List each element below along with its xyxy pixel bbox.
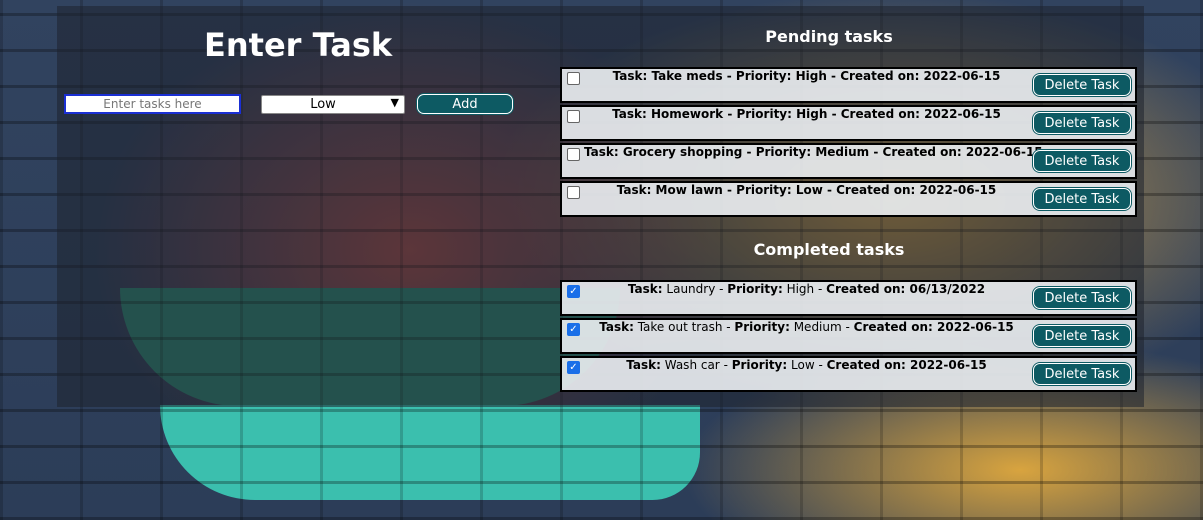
completed-task-row: ✓ Task: Laundry - Priority: High - Creat…: [560, 280, 1137, 316]
task-label: Task:: [626, 358, 661, 372]
priority-label: Priority:: [734, 320, 790, 334]
created-date: Created on: 2022-06-15: [826, 358, 987, 372]
task-text: Task: Take meds - Priority: High - Creat…: [612, 69, 1001, 83]
chevron-down-icon: ▼: [390, 96, 399, 109]
created-date: Created on: 2022-06-15: [853, 320, 1014, 334]
task-checkbox[interactable]: [567, 110, 580, 123]
page-title: Enter Task: [204, 26, 393, 64]
delete-task-button[interactable]: Delete Task: [1033, 112, 1131, 134]
delete-task-button[interactable]: Delete Task: [1033, 325, 1131, 347]
delete-task-button[interactable]: Delete Task: [1033, 363, 1131, 385]
task-name: Laundry: [666, 282, 716, 296]
task-text: Task: Wash car - Priority: Low - Created…: [626, 358, 987, 372]
pending-task-row: Task: Take meds - Priority: High - Creat…: [560, 67, 1137, 103]
delete-task-button[interactable]: Delete Task: [1033, 150, 1131, 172]
add-button[interactable]: Add: [417, 94, 513, 114]
task-label: Task:: [599, 320, 634, 334]
task-name: Take out trash: [637, 320, 723, 334]
task-priority: High: [786, 282, 815, 296]
delete-task-button[interactable]: Delete Task: [1033, 188, 1131, 210]
task-text: Task: Homework - Priority: High - Create…: [612, 107, 1001, 121]
priority-label: Priority:: [727, 282, 783, 296]
task-priority: Low: [791, 358, 815, 372]
task-checkbox-checked[interactable]: ✓: [567, 323, 580, 336]
task-checkbox-checked[interactable]: ✓: [567, 285, 580, 298]
priority-label: Priority:: [731, 358, 788, 372]
pending-tasks-heading: Pending tasks: [765, 27, 893, 46]
completed-task-row: ✓ Task: Wash car - Priority: Low - Creat…: [560, 356, 1137, 392]
created-date: Created on: 06/13/2022: [826, 282, 986, 296]
task-checkbox[interactable]: [567, 148, 580, 161]
task-name: Wash car: [664, 358, 720, 372]
pending-task-row: Task: Homework - Priority: High - Create…: [560, 105, 1137, 141]
delete-task-button[interactable]: Delete Task: [1033, 287, 1131, 309]
task-input[interactable]: [64, 94, 241, 114]
completed-tasks-heading: Completed tasks: [753, 240, 905, 259]
task-text: Task: Take out trash - Priority: Medium …: [599, 320, 1014, 334]
task-priority: Medium: [793, 320, 842, 334]
task-text: Task: Mow lawn - Priority: Low - Created…: [616, 183, 997, 197]
task-checkbox-checked[interactable]: ✓: [567, 361, 580, 374]
delete-task-button[interactable]: Delete Task: [1033, 74, 1131, 96]
pending-task-row: Task: Mow lawn - Priority: Low - Created…: [560, 181, 1137, 217]
task-checkbox[interactable]: [567, 186, 580, 199]
pending-task-row: Task: Grocery shopping - Priority: Mediu…: [560, 143, 1137, 179]
task-text: Task: Laundry - Priority: High - Created…: [627, 282, 986, 296]
completed-task-row: ✓ Task: Take out trash - Priority: Mediu…: [560, 318, 1137, 354]
task-text: Task: Grocery shopping - Priority: Mediu…: [584, 145, 1043, 159]
task-label: Task:: [627, 282, 663, 296]
task-checkbox[interactable]: [567, 72, 580, 85]
priority-select-value: Low: [310, 97, 336, 112]
priority-select[interactable]: Low ▼: [261, 95, 405, 114]
